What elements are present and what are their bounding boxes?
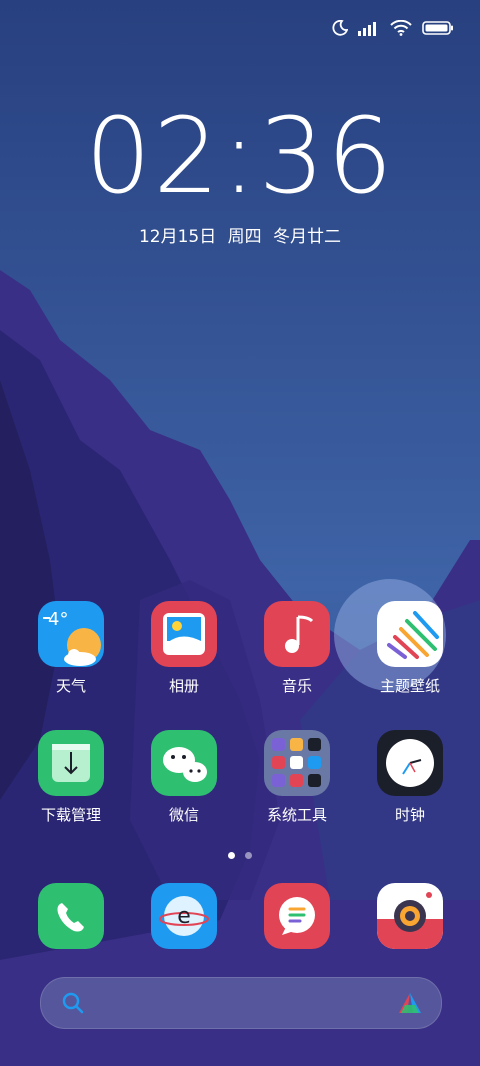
app-clock[interactable]: 时钟 bbox=[354, 730, 466, 825]
dock-messages[interactable] bbox=[241, 883, 353, 949]
app-label: 音乐 bbox=[281, 677, 312, 695]
camera-icon bbox=[377, 883, 443, 949]
phone-icon bbox=[38, 883, 104, 949]
search-icon[interactable] bbox=[61, 991, 85, 1015]
dock-browser[interactable]: e bbox=[128, 883, 240, 949]
app-label: 天气 bbox=[55, 677, 86, 695]
svg-text:e: e bbox=[177, 904, 191, 929]
app-label: 下载管理 bbox=[40, 806, 101, 824]
battery-icon bbox=[422, 21, 453, 35]
gallery-icon bbox=[151, 601, 217, 667]
app-label: 时钟 bbox=[394, 806, 425, 824]
dock-camera[interactable] bbox=[354, 883, 466, 949]
app-downloads[interactable]: 下载管理 bbox=[15, 730, 127, 825]
app-label: 主题壁纸 bbox=[379, 677, 440, 695]
app-folder-tools[interactable]: 系统工具 bbox=[241, 730, 353, 825]
date-text[interactable]: 12月15日 周四 冬月廿二 bbox=[0, 222, 480, 247]
page-dot[interactable] bbox=[245, 852, 252, 859]
status-bar bbox=[332, 20, 454, 36]
wechat-icon bbox=[151, 730, 217, 796]
app-themes[interactable]: 主题壁纸 bbox=[354, 601, 466, 696]
browser-icon: e bbox=[151, 883, 217, 949]
music-icon bbox=[264, 601, 330, 667]
themes-icon bbox=[377, 601, 443, 667]
moon-icon bbox=[332, 20, 348, 36]
app-gallery[interactable]: 相册 bbox=[128, 601, 240, 696]
app-music[interactable]: 音乐 bbox=[241, 601, 353, 696]
app-label: 微信 bbox=[168, 806, 199, 824]
download-icon bbox=[38, 730, 104, 796]
wifi-icon bbox=[390, 20, 412, 36]
lockscreen-clock[interactable]: 02:36 bbox=[0, 104, 480, 208]
signal-icon bbox=[358, 22, 376, 36]
folder-icon bbox=[264, 730, 330, 796]
search-bar[interactable] bbox=[40, 977, 442, 1029]
dock-phone[interactable] bbox=[15, 883, 127, 949]
app-label: 系统工具 bbox=[266, 806, 327, 824]
app-wechat[interactable]: 微信 bbox=[128, 730, 240, 825]
assistant-icon[interactable] bbox=[397, 991, 423, 1015]
app-weather[interactable]: 4° 天气 bbox=[15, 601, 127, 696]
messages-icon bbox=[264, 883, 330, 949]
page-indicator[interactable] bbox=[0, 852, 480, 859]
clock-icon bbox=[377, 730, 443, 796]
page-dot[interactable] bbox=[228, 852, 235, 859]
weather-icon: 4° bbox=[38, 601, 104, 667]
app-label: 相册 bbox=[168, 677, 199, 695]
